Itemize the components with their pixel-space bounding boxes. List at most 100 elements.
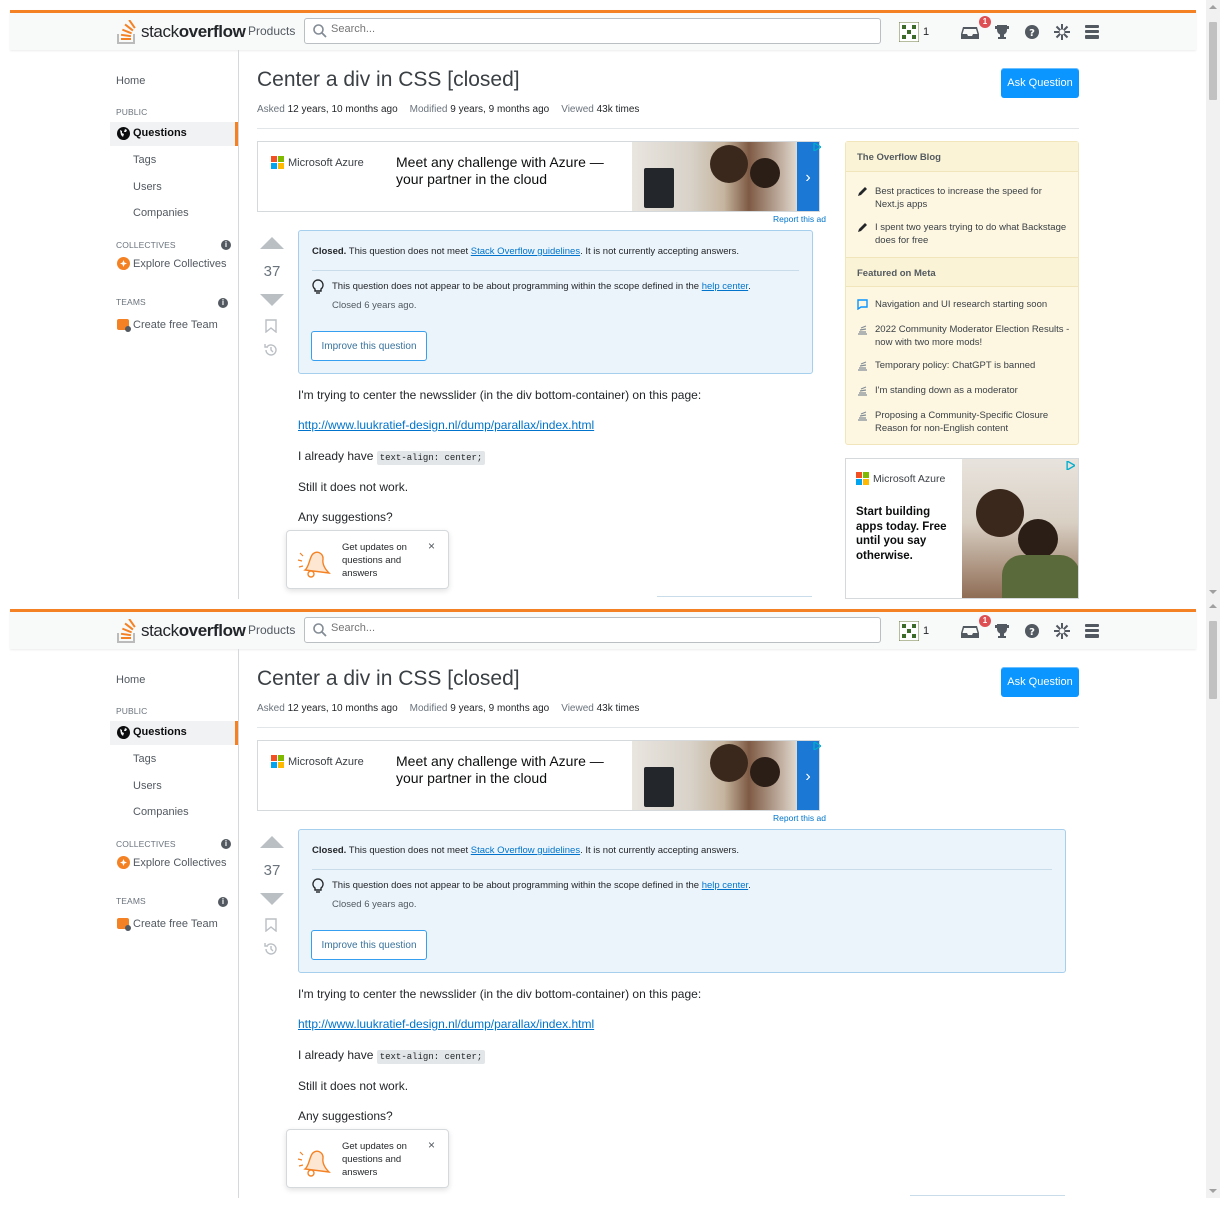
logo[interactable]: stackoverflow xyxy=(116,616,246,646)
products-link[interactable]: Products xyxy=(248,24,295,38)
scrollbar[interactable] xyxy=(1206,599,1220,1198)
inbox-icon xyxy=(961,27,979,39)
achievements-button[interactable] xyxy=(987,19,1017,45)
close-icon[interactable]: × xyxy=(428,539,435,553)
collectives-info-icon[interactable]: i xyxy=(221,839,231,849)
nav-tags[interactable]: Tags xyxy=(133,154,156,166)
report-ad-link[interactable]: Report this ad xyxy=(773,214,826,224)
meta-item[interactable]: I'm standing down as a moderator xyxy=(857,384,1072,397)
help-center-link[interactable]: help center xyxy=(702,880,748,891)
history-icon[interactable] xyxy=(263,941,279,957)
guidelines-link[interactable]: Stack Overflow guidelines xyxy=(471,246,580,257)
collectives-icon xyxy=(117,856,130,869)
body-link[interactable]: http://www.luukratief-design.nl/dump/par… xyxy=(298,1017,594,1031)
search-input[interactable] xyxy=(331,23,871,35)
guidelines-link[interactable]: Stack Overflow guidelines xyxy=(471,845,580,856)
downvote-button[interactable] xyxy=(260,294,284,306)
body-paragraph: I already have xyxy=(298,1048,377,1062)
scroll-up-arrow-icon[interactable] xyxy=(1209,5,1217,9)
topbar-icons: 1 1 ? xyxy=(895,615,1107,644)
nav-users[interactable]: Users xyxy=(133,780,162,792)
community-button[interactable] xyxy=(1047,618,1077,644)
ad-arrow-icon[interactable]: › xyxy=(797,741,819,810)
help-center-link[interactable]: help center xyxy=(702,281,748,292)
close-icon[interactable]: × xyxy=(428,1138,435,1152)
nav-questions[interactable]: Questions xyxy=(110,122,238,146)
teams-info-icon[interactable]: i xyxy=(218,298,228,308)
asked-label: Asked xyxy=(257,104,285,115)
search-box[interactable] xyxy=(304,617,881,643)
improve-question-button[interactable]: Improve this question xyxy=(311,331,427,361)
logo[interactable]: stackoverflow xyxy=(116,17,246,47)
modified-value[interactable]: 9 years, 9 months ago xyxy=(450,703,549,714)
scroll-up-arrow-icon[interactable] xyxy=(1209,604,1217,608)
ask-question-button[interactable]: Ask Question xyxy=(1001,68,1079,98)
ad-banner[interactable]: Microsoft Azure Meet any challenge with … xyxy=(257,141,820,212)
search-box[interactable] xyxy=(304,18,881,44)
meta-item[interactable]: 2022 Community Moderator Election Result… xyxy=(857,323,1072,349)
community-button[interactable] xyxy=(1047,19,1077,45)
nav-tags[interactable]: Tags xyxy=(133,753,156,765)
meta-item[interactable]: Temporary policy: ChatGPT is banned xyxy=(857,359,1072,372)
sidebar-ad[interactable]: Microsoft Azure Start building apps toda… xyxy=(845,458,1079,599)
inbox-button[interactable]: 1 xyxy=(953,16,991,45)
adchoices-icon[interactable] xyxy=(813,143,821,151)
ask-question-button[interactable]: Ask Question xyxy=(1001,667,1079,697)
profile-link[interactable]: 1 xyxy=(895,618,933,644)
scrollbar[interactable] xyxy=(1206,0,1220,599)
bookmark-icon[interactable] xyxy=(265,918,277,932)
modified-value[interactable]: 9 years, 9 months ago xyxy=(450,104,549,115)
question-title[interactable]: Center a div in CSS [closed] xyxy=(257,68,520,92)
nav-companies[interactable]: Companies xyxy=(133,806,189,818)
question-title[interactable]: Center a div in CSS [closed] xyxy=(257,667,520,691)
overflow-blog-widget: The Overflow Blog Best practices to incr… xyxy=(845,141,1079,445)
search-input[interactable] xyxy=(331,622,871,634)
scrollbar-thumb[interactable] xyxy=(1209,22,1217,100)
adchoices-icon[interactable] xyxy=(813,742,821,750)
adchoices-icon[interactable] xyxy=(1066,461,1075,470)
profile-link[interactable]: 1 xyxy=(895,19,933,45)
nav-questions-label: Questions xyxy=(133,726,187,738)
nav-questions[interactable]: Questions xyxy=(110,721,238,745)
improve-question-button[interactable]: Improve this question xyxy=(311,930,427,960)
divider xyxy=(657,596,812,597)
chat-bubble-icon xyxy=(857,299,868,310)
globe-icon xyxy=(117,726,130,739)
help-button[interactable]: ? xyxy=(1017,19,1047,45)
scroll-down-arrow-icon[interactable] xyxy=(1209,1189,1217,1193)
teams-info-icon[interactable]: i xyxy=(218,897,228,907)
upvote-button[interactable] xyxy=(260,237,284,249)
collectives-info-icon[interactable]: i xyxy=(221,240,231,250)
nav-create-team[interactable]: Create free Team xyxy=(133,319,218,331)
site-switcher-button[interactable] xyxy=(1077,618,1107,644)
logo-text-light: stack xyxy=(141,22,179,41)
scrollbar-thumb[interactable] xyxy=(1209,621,1217,699)
ad-brand: Microsoft Azure xyxy=(288,156,364,169)
bookmark-icon[interactable] xyxy=(265,319,277,333)
nav-section-collectives: COLLECTIVES xyxy=(116,240,176,250)
nav-explore-collectives[interactable]: Explore Collectives xyxy=(133,857,227,869)
nav-companies[interactable]: Companies xyxy=(133,207,189,219)
nav-home[interactable]: Home xyxy=(116,674,145,686)
report-ad-link[interactable]: Report this ad xyxy=(773,813,826,823)
upvote-button[interactable] xyxy=(260,836,284,848)
history-icon[interactable] xyxy=(263,342,279,358)
meta-item[interactable]: Proposing a Community-Specific Closure R… xyxy=(857,409,1072,435)
achievements-button[interactable] xyxy=(987,618,1017,644)
downvote-button[interactable] xyxy=(260,893,284,905)
nav-explore-collectives[interactable]: Explore Collectives xyxy=(133,258,227,270)
ad-banner[interactable]: Microsoft Azure Meet any challenge with … xyxy=(257,740,820,811)
inbox-button[interactable]: 1 xyxy=(953,615,991,644)
nav-users[interactable]: Users xyxy=(133,181,162,193)
meta-item[interactable]: Navigation and UI research starting soon xyxy=(857,298,1072,311)
products-link[interactable]: Products xyxy=(248,623,295,637)
site-switcher-button[interactable] xyxy=(1077,19,1107,45)
help-button[interactable]: ? xyxy=(1017,618,1047,644)
ad-arrow-icon[interactable]: › xyxy=(797,142,819,211)
nav-home[interactable]: Home xyxy=(116,75,145,87)
blog-item[interactable]: Best practices to increase the speed for… xyxy=(857,185,1072,211)
body-link[interactable]: http://www.luukratief-design.nl/dump/par… xyxy=(298,418,594,432)
scroll-down-arrow-icon[interactable] xyxy=(1209,590,1217,594)
nav-create-team[interactable]: Create free Team xyxy=(133,918,218,930)
blog-item[interactable]: I spent two years trying to do what Back… xyxy=(857,221,1072,247)
